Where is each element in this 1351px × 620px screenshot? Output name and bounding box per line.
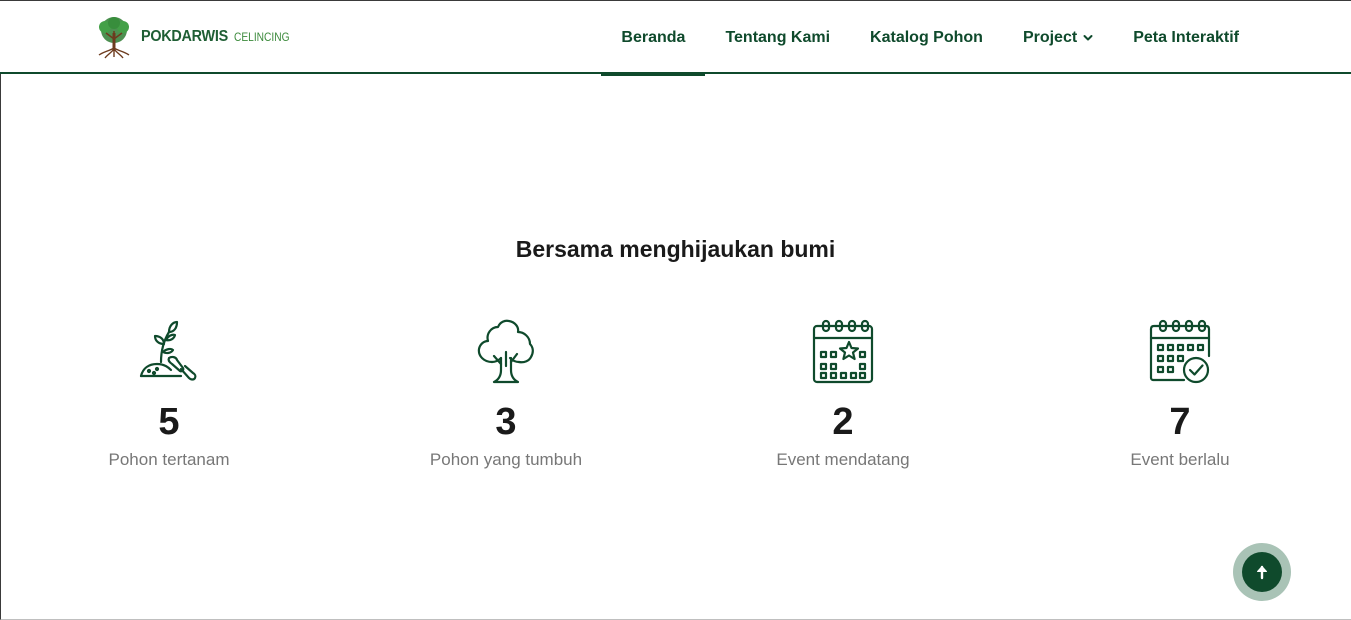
stat-label: Event mendatang bbox=[776, 450, 910, 469]
nav-item-label: Beranda bbox=[621, 28, 686, 46]
section-title: Bersama menghijaukan bumi bbox=[515, 236, 836, 262]
nav-item-tentang-kami[interactable]: Tentang Kami bbox=[705, 1, 850, 74]
nav-item-label: Katalog Pohon bbox=[870, 28, 983, 46]
tree-logo-icon bbox=[98, 17, 130, 59]
nav-item-beranda[interactable]: Beranda bbox=[601, 1, 706, 76]
stats-row: 5 Pohon tertanam 3 Pohon yang tumbuh 2 E… bbox=[0, 318, 1351, 478]
nav-item-label: Tentang Kami bbox=[725, 28, 831, 46]
stat-card: 2 Event mendatang bbox=[723, 318, 963, 470]
nav-item-label: Project bbox=[1022, 28, 1078, 46]
nav-item-peta-interaktif[interactable]: Peta Interaktif bbox=[1113, 1, 1259, 74]
calendar-star-icon bbox=[812, 319, 874, 384]
stat-card: 3 Pohon yang tumbuh bbox=[386, 318, 626, 470]
arrow-up-icon bbox=[1257, 565, 1267, 580]
stat-number: 3 bbox=[495, 401, 517, 443]
stat-label: Pohon yang tumbuh bbox=[429, 450, 583, 469]
page-frame bbox=[0, 0, 1351, 620]
navbar: POKDARWIS CELINCING Beranda Tentang Kami… bbox=[0, 1, 1351, 76]
main-nav: Beranda Tentang Kami Katalog Pohon Proje… bbox=[601, 1, 1259, 76]
tree-icon bbox=[477, 319, 534, 384]
stat-number: 5 bbox=[158, 401, 180, 443]
stat-number: 7 bbox=[1169, 401, 1191, 443]
nav-item-label: Peta Interaktif bbox=[1133, 28, 1239, 46]
scroll-to-top-button[interactable] bbox=[1233, 543, 1291, 601]
stat-card: 5 Pohon tertanam bbox=[49, 318, 289, 470]
calendar-check-icon bbox=[1149, 319, 1211, 384]
sprout-shovel-icon bbox=[139, 320, 197, 381]
stat-label: Event berlalu bbox=[1130, 450, 1230, 469]
stat-number: 2 bbox=[832, 401, 854, 443]
stat-card: 7 Event berlalu bbox=[1060, 318, 1300, 470]
chevron-down-icon bbox=[1083, 34, 1093, 40]
scroll-to-top-inner bbox=[1242, 552, 1282, 592]
brand-subtitle: CELINCING bbox=[233, 30, 290, 44]
brand[interactable]: POKDARWIS CELINCING bbox=[95, 15, 299, 59]
brand-name: POKDARWIS bbox=[141, 28, 228, 45]
nav-item-project[interactable]: Project bbox=[1003, 1, 1113, 74]
stat-label: Pohon tertanam bbox=[108, 450, 230, 469]
nav-item-katalog-pohon[interactable]: Katalog Pohon bbox=[850, 1, 1003, 74]
